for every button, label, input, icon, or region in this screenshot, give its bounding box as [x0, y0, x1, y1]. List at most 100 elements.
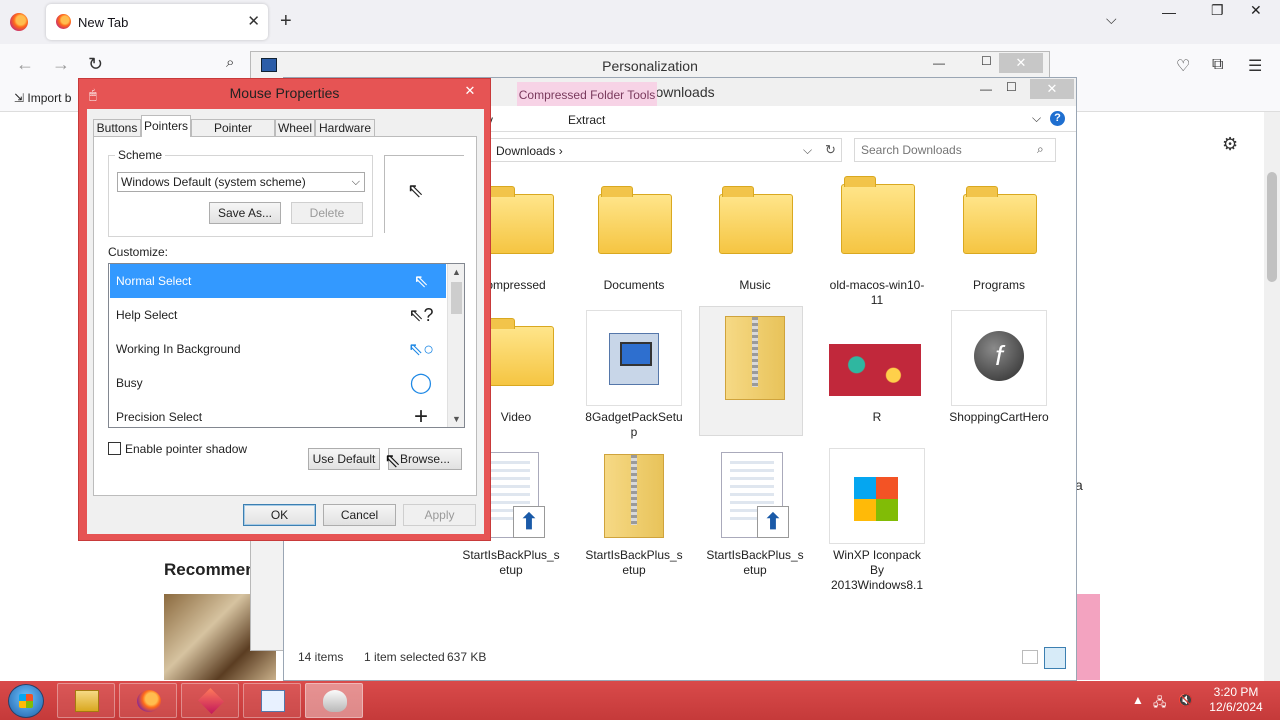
scheme-group: Scheme Windows Default (system scheme) ⌵…	[108, 148, 373, 237]
pocket-icon[interactable]: ♡	[1176, 56, 1190, 76]
use-default-button[interactable]: Use Default	[308, 448, 380, 470]
firefox-icon	[137, 690, 161, 712]
close-window-icon[interactable]: ✕	[1250, 2, 1262, 26]
list-item[interactable]: Normal Select ⇖	[110, 264, 446, 298]
scroll-down-icon[interactable]: ▼	[448, 411, 464, 427]
tab-hardware[interactable]: Hardware	[315, 119, 375, 137]
taskbar-mouse-button[interactable]	[305, 683, 363, 718]
chevron-down-icon[interactable]: ⌵	[803, 143, 812, 158]
file-item[interactable]: Music	[703, 178, 807, 293]
maximize-icon[interactable]: ☐	[981, 54, 992, 68]
list-item[interactable]: Busy ◯	[110, 366, 446, 400]
delete-button[interactable]: Delete	[291, 202, 363, 224]
reload-icon[interactable]: ↻	[88, 54, 103, 75]
restore-icon[interactable]: ❐	[1211, 2, 1224, 26]
folder-icon	[598, 186, 672, 254]
close-icon[interactable]: ✕	[1030, 79, 1074, 99]
file-name: R	[872, 410, 882, 424]
tab-wheel[interactable]: Wheel	[275, 119, 315, 137]
cancel-button[interactable]: Cancel	[323, 504, 396, 526]
file-item[interactable]: 8GadgetPackSetup	[582, 310, 686, 440]
file-item[interactable]: StartIsBackPlus_setup	[582, 448, 686, 578]
volume-muted-icon[interactable]: 🔇	[1178, 693, 1193, 707]
browser-tab-bar: New Tab ✕ + ⌵ — ❐ ✕	[0, 0, 1280, 44]
page-scrollbar[interactable]	[1264, 112, 1280, 682]
file-item-selected[interactable]: old-macos-win10-11	[699, 306, 807, 440]
browser-tab[interactable]: New Tab ✕	[46, 4, 268, 40]
extensions-icon[interactable]: ⧉	[1212, 56, 1223, 74]
list-item[interactable]: Working In Background ⇖○	[110, 332, 446, 366]
breadcrumb-downloads[interactable]: Downloads	[496, 144, 555, 158]
search-input[interactable]	[861, 142, 1031, 158]
expand-ribbon-icon[interactable]: ⌵	[1032, 111, 1041, 126]
taskbar-app-button[interactable]	[181, 683, 239, 718]
network-icon[interactable]: 🖧	[1153, 693, 1166, 714]
show-hidden-icons-icon[interactable]: ▲	[1132, 693, 1144, 707]
taskbar-explorer-button[interactable]	[57, 683, 115, 718]
tab-buttons[interactable]: Buttons	[93, 119, 141, 137]
tab-pointer-options[interactable]: Pointer Options	[191, 119, 275, 151]
checkbox-box[interactable]	[108, 442, 121, 455]
minimize-icon[interactable]: —	[1162, 4, 1176, 28]
pointers-panel: Scheme Windows Default (system scheme) ⌵…	[93, 136, 477, 496]
arrow-cursor-icon: ⇖	[407, 180, 424, 202]
gear-icon[interactable]: ⚙	[1222, 134, 1238, 155]
maximize-icon[interactable]: ☐	[1006, 80, 1017, 94]
close-icon[interactable]: ✕	[453, 81, 487, 101]
list-item[interactable]: Precision Select +	[110, 400, 446, 427]
search-box[interactable]: ⌕	[854, 138, 1056, 162]
details-view-icon[interactable]	[1022, 650, 1038, 664]
ok-button[interactable]: OK	[243, 504, 316, 526]
file-name: ShoppingCartHero	[949, 410, 1049, 424]
file-item[interactable]: Programs	[947, 178, 1051, 293]
tab-list-icon[interactable]: ⌵	[1106, 11, 1117, 28]
pointer-shadow-checkbox[interactable]: Enable pointer shadow	[108, 442, 247, 456]
save-as-button[interactable]: Save As...	[209, 202, 281, 224]
scroll-up-icon[interactable]: ▲	[448, 264, 464, 280]
help-icon[interactable]: ?	[1050, 111, 1065, 126]
refresh-icon[interactable]: ↻	[825, 142, 836, 158]
file-item[interactable]: f ShoppingCartHero	[947, 310, 1051, 425]
folder-icon	[75, 690, 99, 712]
item-count: 14 items	[298, 650, 344, 664]
clock[interactable]: 3:20 PM 12/6/2024	[1206, 685, 1266, 715]
folder-icon	[480, 318, 554, 386]
dialog-title: Mouse Properties	[229, 85, 340, 101]
address-bar[interactable]: Downloads › ⌵ ↻	[484, 138, 842, 162]
close-icon[interactable]: ✕	[999, 53, 1043, 73]
file-item[interactable]: Documents	[582, 178, 686, 293]
scrollbar-thumb[interactable]	[451, 282, 462, 314]
file-name: WinXP Iconpack By 2013Windows8.1	[830, 548, 924, 592]
extract-tab[interactable]: Extract	[568, 113, 605, 127]
breadcrumb[interactable]: Downloads ›	[496, 144, 563, 158]
minimize-icon[interactable]: —	[933, 56, 945, 70]
cursor-list[interactable]: Normal Select ⇖ Help Select ⇖? Working I…	[108, 263, 465, 428]
list-scrollbar[interactable]: ▲ ▼	[447, 264, 464, 427]
taskbar-firefox-button[interactable]	[119, 683, 177, 718]
tab-pointers[interactable]: Pointers	[141, 115, 191, 137]
tab-close-icon[interactable]: ✕	[247, 12, 260, 30]
file-item[interactable]: ⬆ StartIsBackPlus_setup	[703, 448, 807, 578]
dialog-body: Buttons Pointers Pointer Options Wheel H…	[87, 109, 484, 534]
list-item[interactable]: Help Select ⇖?	[110, 298, 446, 332]
forward-icon[interactable]: →	[52, 54, 70, 75]
file-item[interactable]: R	[825, 310, 929, 425]
file-name: 8GadgetPackSetup	[585, 410, 683, 439]
minimize-icon[interactable]: —	[980, 82, 992, 96]
new-tab-button[interactable]: +	[280, 10, 292, 33]
start-button[interactable]	[8, 684, 44, 718]
menu-icon[interactable]: ☰	[1248, 56, 1262, 76]
import-bookmarks-link[interactable]: ⇲ Import b	[14, 91, 71, 105]
scrollbar-thumb[interactable]	[1267, 172, 1277, 282]
scheme-dropdown[interactable]: Windows Default (system scheme) ⌵	[117, 172, 365, 192]
mouse-properties-dialog: 🖱 Mouse Properties ✕ Buttons Pointers Po…	[78, 78, 491, 541]
file-item[interactable]: WinXP Iconpack By 2013Windows8.1	[825, 448, 929, 593]
search-icon[interactable]: ⌕	[226, 54, 234, 71]
folder-icon	[719, 186, 793, 254]
file-item[interactable]: old-macos-win10-11	[825, 176, 929, 308]
apply-button[interactable]: Apply	[403, 504, 476, 526]
taskbar-control-panel-button[interactable]	[243, 683, 301, 718]
back-icon[interactable]: ←	[16, 54, 34, 75]
firefox-tab-icon	[56, 14, 71, 29]
large-icons-view-icon[interactable]	[1044, 647, 1066, 669]
